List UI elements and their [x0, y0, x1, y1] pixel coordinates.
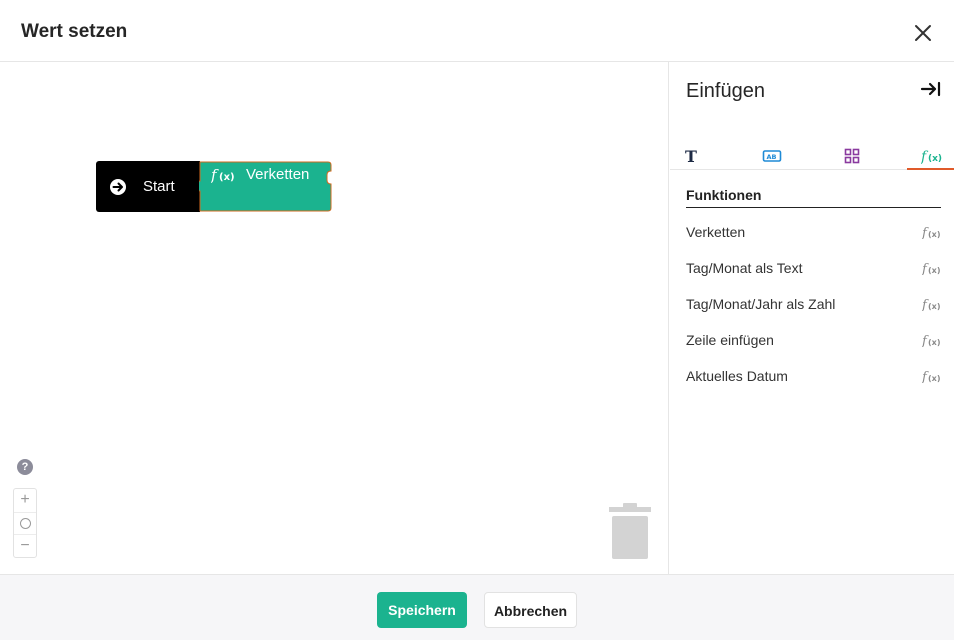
reset-circle-icon: [19, 518, 31, 529]
function-label: Zeile einfügen: [686, 332, 774, 348]
svg-text:AB: AB: [767, 153, 777, 161]
grid-icon: [844, 148, 860, 164]
arrow-right-circle-icon: [110, 179, 126, 195]
zoom-in-button[interactable]: +: [14, 489, 36, 512]
list-item[interactable]: Zeile einfügen f (x): [686, 322, 941, 358]
zoom-out-button[interactable]: −: [14, 535, 36, 558]
dialog-footer: Speichern Abbrechen: [0, 574, 954, 640]
dialog-title: Wert setzen: [21, 21, 128, 42]
function-label: Verketten: [686, 224, 746, 240]
list-item[interactable]: Tag/Monat/Jahr als Zahl f (x): [686, 286, 941, 322]
svg-text:(x): (x): [928, 302, 940, 311]
start-block[interactable]: Start: [96, 161, 200, 212]
start-block-label: Start: [143, 178, 175, 195]
svg-text:(x): (x): [928, 154, 942, 164]
svg-text:(x): (x): [928, 266, 940, 275]
save-button[interactable]: Speichern: [377, 592, 467, 628]
list-item[interactable]: Aktuelles Datum f (x): [686, 358, 941, 394]
function-icon: f (x): [922, 262, 940, 275]
function-icon: f (x): [922, 370, 940, 383]
tab-text[interactable]: T: [667, 144, 717, 170]
insert-tabs: T AB f (x): [670, 140, 954, 170]
collapse-panel-icon[interactable]: [920, 80, 942, 98]
svg-text:(x): (x): [928, 374, 940, 383]
function-label: Tag/Monat als Text: [686, 260, 803, 276]
block-canvas[interactable]: Start f (x) Verketten ? + −: [0, 62, 669, 574]
svg-text:(x): (x): [219, 172, 235, 183]
ab-field-icon: AB: [762, 150, 782, 162]
cancel-button[interactable]: Abbrechen: [484, 592, 577, 628]
help-icon[interactable]: ?: [17, 459, 33, 475]
text-icon: T: [685, 147, 697, 166]
function-list: Verketten f (x) Tag/Monat als Text f (x) T…: [686, 214, 941, 394]
sidebar-title: Einfügen: [686, 80, 765, 102]
function-icon: f (x): [922, 298, 940, 311]
tab-fields[interactable]: AB: [747, 144, 797, 170]
insert-sidebar: Einfügen T AB f (x) Funktionen Verketten…: [670, 62, 954, 574]
svg-text:T: T: [685, 148, 697, 164]
function-icon: f (x): [211, 167, 235, 183]
list-item[interactable]: Verketten f (x): [686, 214, 941, 250]
list-item[interactable]: Tag/Monat als Text f (x): [686, 250, 941, 286]
function-icon: f (x): [920, 149, 942, 165]
svg-text:f: f: [211, 167, 219, 183]
function-block-verketten[interactable]: f (x) Verketten: [199, 161, 332, 212]
svg-text:(x): (x): [928, 230, 940, 239]
function-icon: f (x): [922, 226, 940, 239]
section-title-functions: Funktionen: [686, 187, 941, 208]
dialog-header: Wert setzen: [0, 0, 954, 62]
svg-text:(x): (x): [928, 338, 940, 347]
trash-icon[interactable]: [608, 503, 652, 559]
function-label: Tag/Monat/Jahr als Zahl: [686, 296, 836, 312]
function-block-label: Verketten: [246, 166, 310, 183]
zoom-reset-button[interactable]: [14, 512, 36, 535]
function-label: Aktuelles Datum: [686, 368, 788, 384]
zoom-controls: + −: [13, 488, 37, 558]
close-icon[interactable]: [911, 21, 935, 45]
tab-widgets[interactable]: [827, 144, 877, 170]
function-icon: f (x): [922, 334, 940, 347]
tab-functions[interactable]: f (x): [907, 144, 954, 170]
